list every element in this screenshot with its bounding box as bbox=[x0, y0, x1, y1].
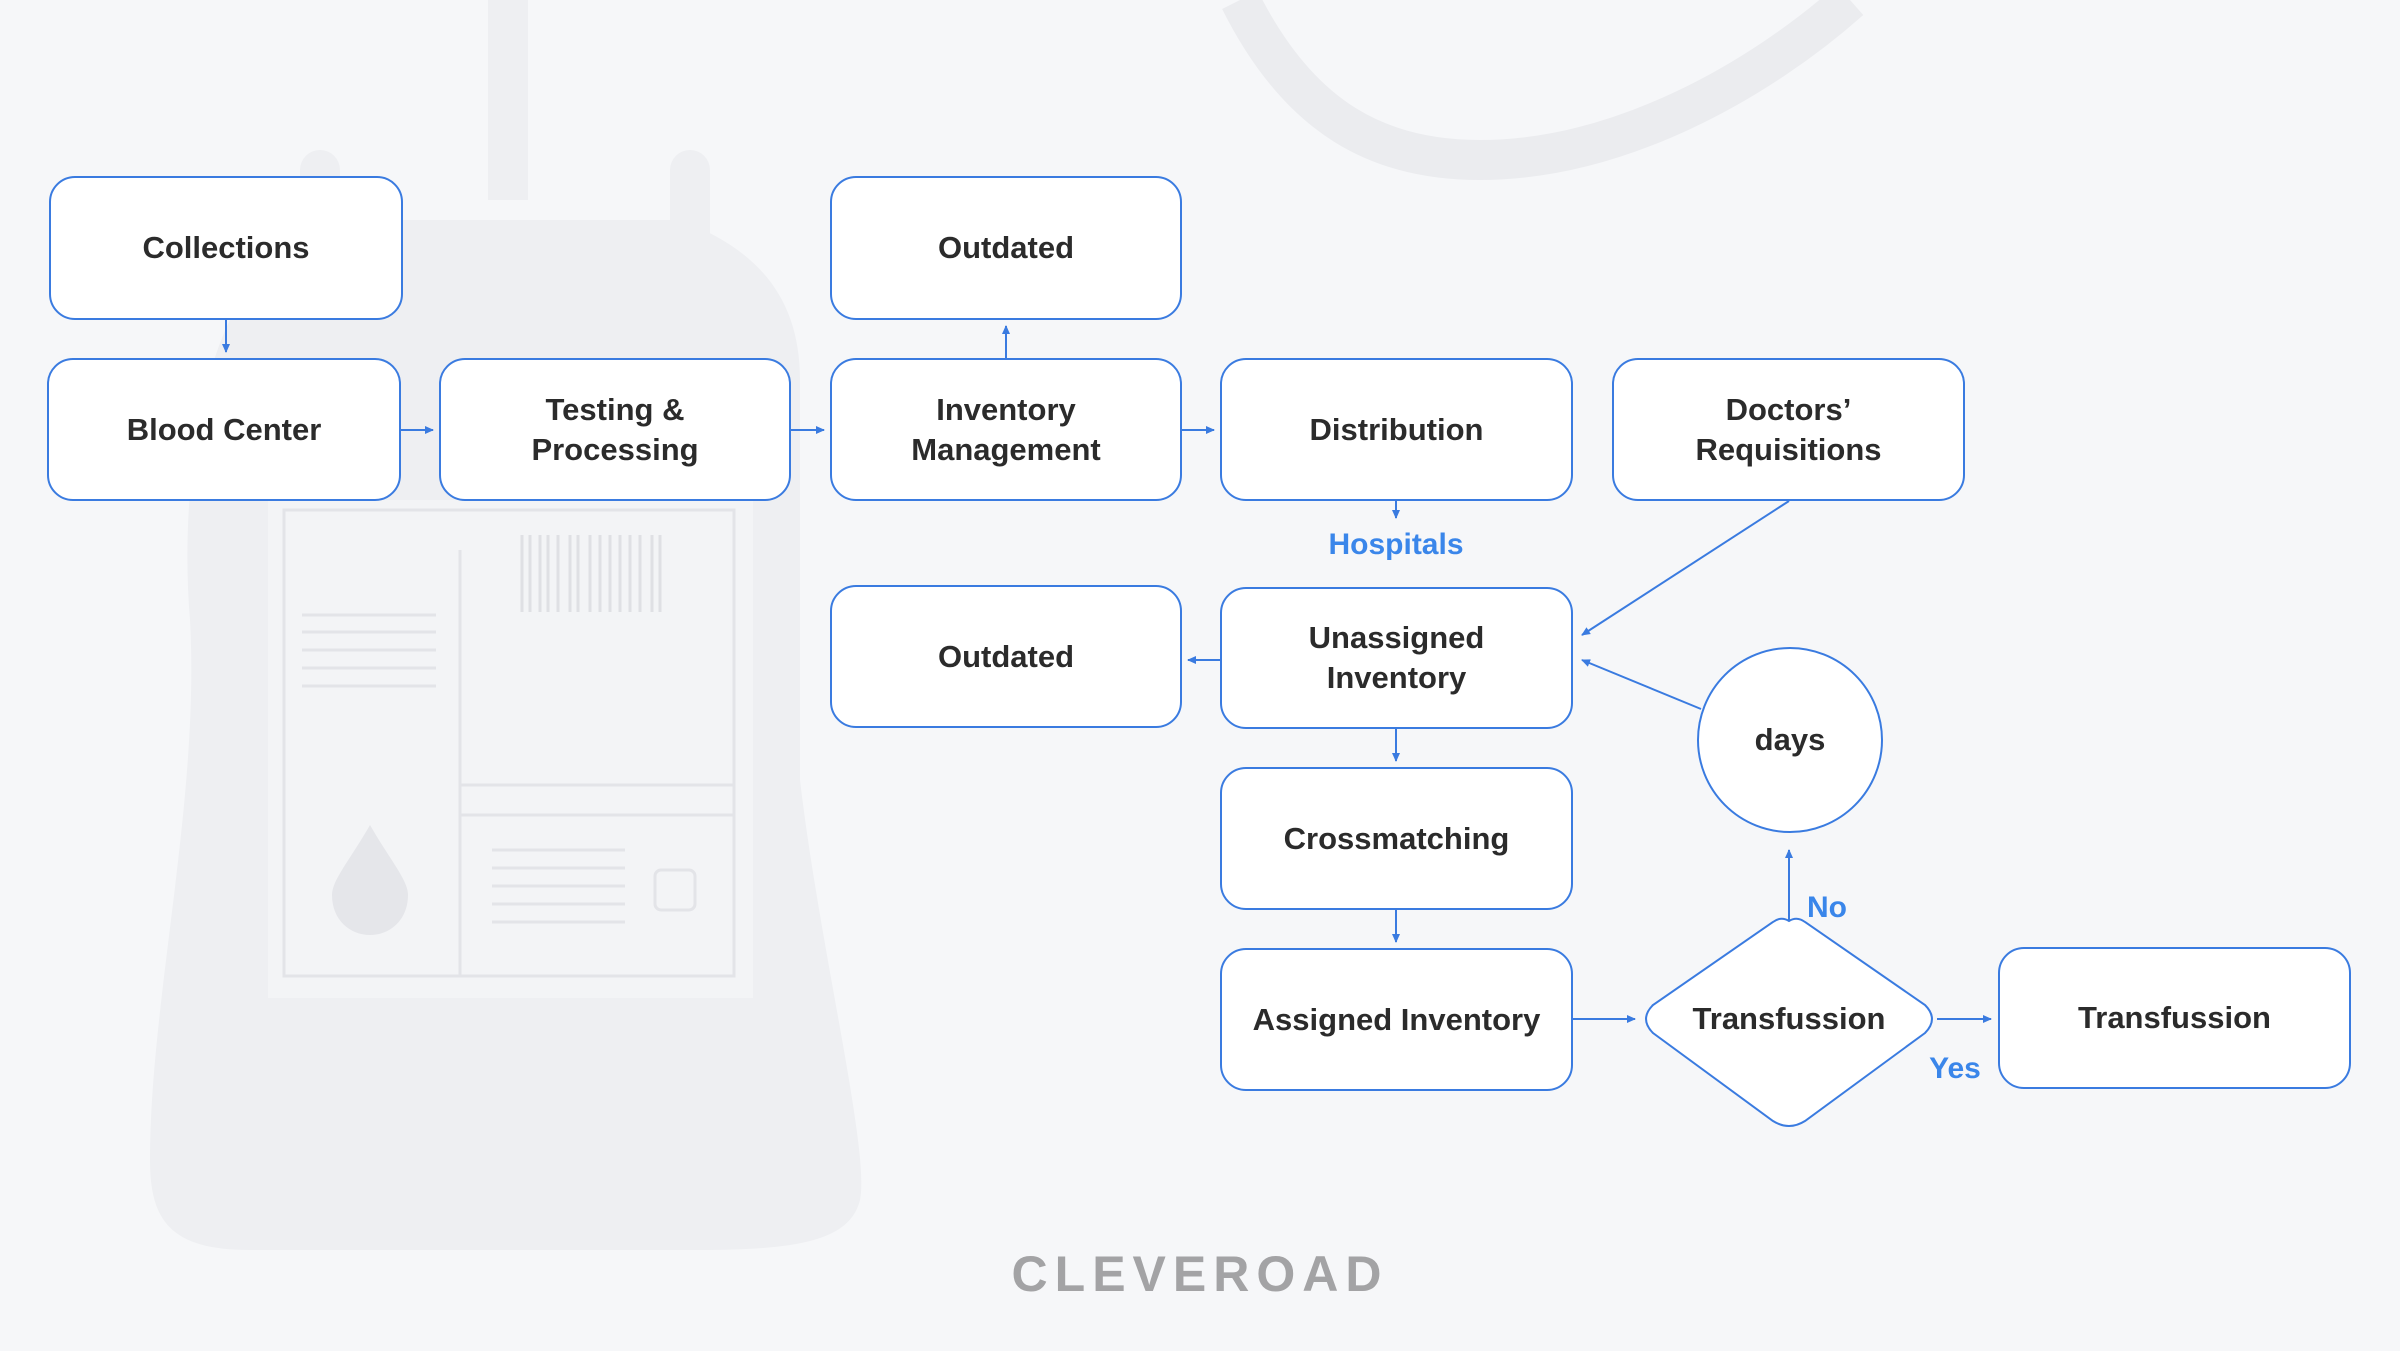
edge-days-unassigned bbox=[1581, 659, 1702, 710]
node-doctors-requisitions: Doctors’ Requisitions bbox=[1612, 358, 1965, 501]
node-label: Assigned Inventory bbox=[1252, 1001, 1541, 1037]
node-testing-processing: Testing & Processing bbox=[439, 358, 791, 501]
node-label-line1: Unassigned bbox=[1308, 620, 1485, 655]
node-assigned-inventory: Assigned Inventory bbox=[1220, 948, 1573, 1091]
node-label: Outdated bbox=[937, 230, 1075, 265]
edge-doctors-unassigned bbox=[1581, 500, 1790, 636]
node-transfusion-final: Transfussion bbox=[1998, 947, 2351, 1089]
node-blood-center: Blood Center bbox=[47, 358, 401, 501]
node-crossmatching: Crossmatching bbox=[1220, 767, 1573, 910]
decision-label: Transfussion bbox=[1692, 1001, 1886, 1036]
no-label: No bbox=[1807, 891, 1847, 924]
node-label: Crossmatching bbox=[1283, 820, 1510, 856]
node-label-line1: Inventory bbox=[936, 391, 1076, 427]
node-label-line1: Testing & bbox=[545, 391, 685, 427]
yes-label: Yes bbox=[1929, 1052, 1981, 1085]
node-label-line2: Management bbox=[911, 431, 1101, 467]
node-label-line2: Processing bbox=[531, 431, 699, 467]
node-label-line2: Inventory bbox=[1326, 660, 1467, 695]
node-label: Transfussion bbox=[2078, 1000, 2271, 1035]
node-label-line1: Doctors’ bbox=[1725, 391, 1852, 427]
node-collections: Collections bbox=[49, 176, 403, 320]
node-label: Collections bbox=[142, 230, 310, 265]
node-inventory-management: Inventory Management bbox=[830, 358, 1182, 501]
node-label: Blood Center bbox=[126, 411, 322, 447]
days-label: days bbox=[1754, 722, 1826, 757]
node-label-line2: Requisitions bbox=[1695, 431, 1882, 467]
node-unassigned-inventory: Unassigned Inventory bbox=[1220, 587, 1573, 729]
cleveroad-logo: CLEVEROAD bbox=[1011, 1246, 1389, 1302]
node-label: Distribution bbox=[1309, 411, 1484, 447]
node-distribution: Distribution bbox=[1220, 358, 1573, 501]
node-label: Outdated bbox=[937, 638, 1075, 674]
node-outdated-mid: Outdated bbox=[830, 585, 1182, 728]
node-outdated-top: Outdated bbox=[830, 176, 1182, 320]
hospitals-label: Hospitals bbox=[1328, 528, 1464, 561]
